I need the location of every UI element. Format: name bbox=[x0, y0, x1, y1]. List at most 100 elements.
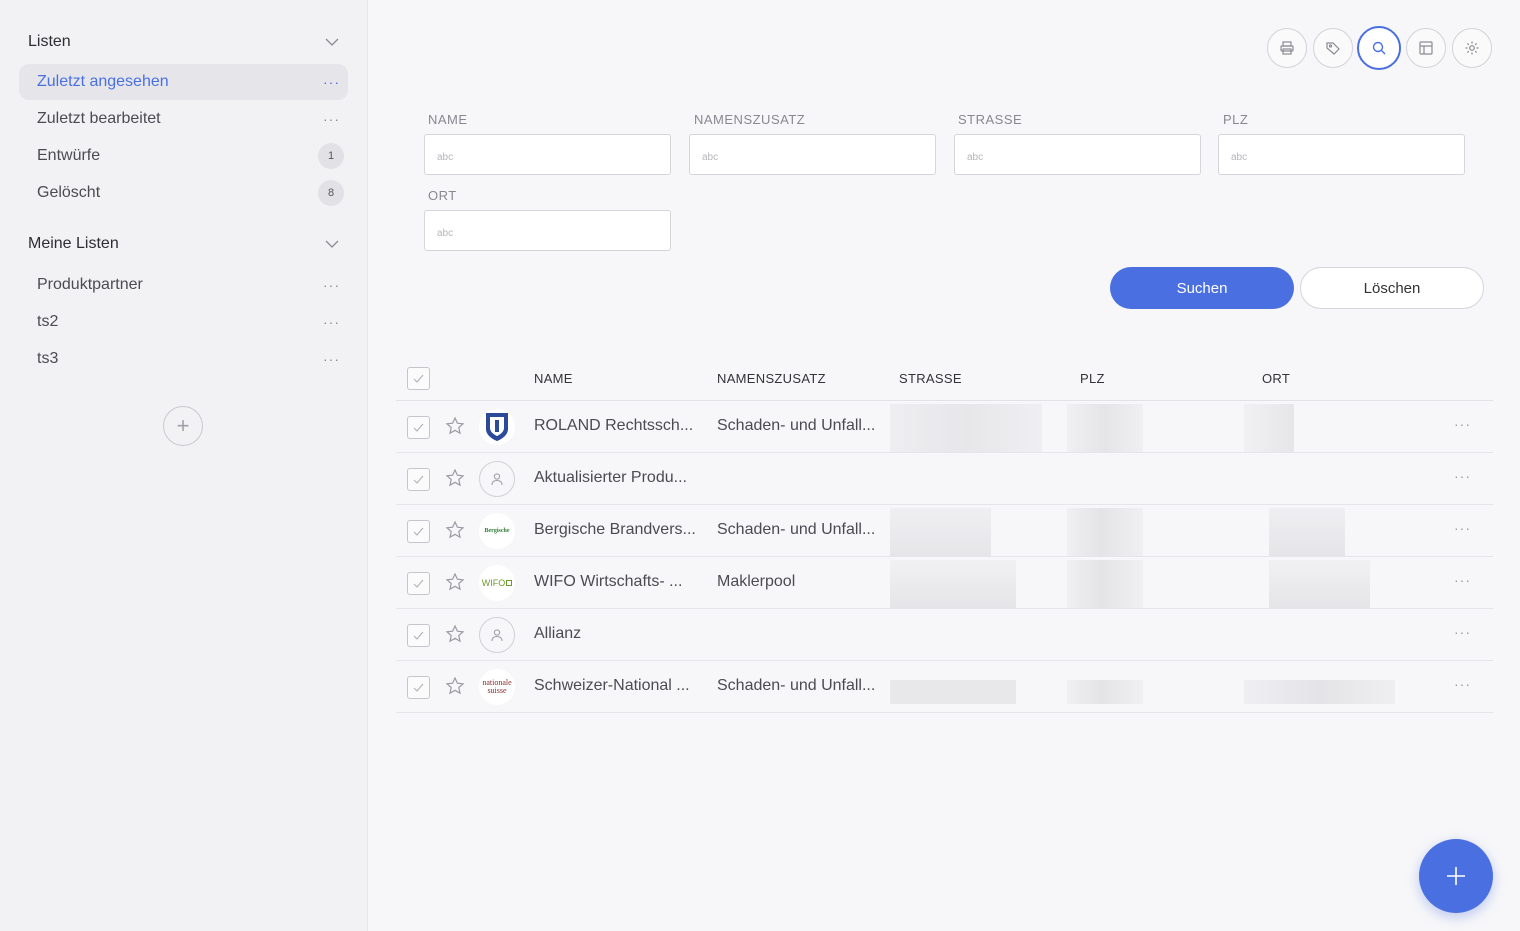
row-more-icon[interactable]: ··· bbox=[1454, 624, 1471, 640]
print-button[interactable] bbox=[1267, 28, 1307, 68]
bergische-logo: Bergische bbox=[479, 513, 515, 549]
name-field-label: NAME bbox=[428, 112, 468, 127]
sidebar-item-produktpartner[interactable]: Produktpartner ··· bbox=[19, 267, 348, 303]
column-header-strasse[interactable]: STRASSE bbox=[899, 371, 962, 386]
add-list-button[interactable]: + bbox=[163, 406, 203, 446]
row-checkbox[interactable] bbox=[407, 676, 430, 699]
sidebar-item-geloescht[interactable]: Gelöscht 8 bbox=[19, 175, 348, 211]
row-checkbox[interactable] bbox=[407, 572, 430, 595]
namenszusatz-search-input[interactable] bbox=[689, 134, 936, 175]
row-namenszusatz: Schaden- und Unfall... bbox=[717, 417, 876, 434]
section-title: Meine Listen bbox=[28, 235, 119, 252]
count-badge: 8 bbox=[318, 180, 344, 206]
check-icon bbox=[413, 683, 424, 692]
redacted-strasse bbox=[890, 508, 991, 556]
check-icon bbox=[413, 374, 424, 383]
logo-text: nationale suisse bbox=[482, 678, 512, 695]
layout-button[interactable] bbox=[1406, 28, 1446, 68]
sidebar-item-zuletzt-bearbeitet[interactable]: Zuletzt bearbeitet ··· bbox=[19, 101, 348, 137]
person-icon bbox=[479, 461, 515, 497]
sidebar-item-label: Produktpartner bbox=[37, 276, 143, 293]
table-row[interactable]: Allianz ··· bbox=[396, 609, 1493, 661]
redacted-ort bbox=[1244, 680, 1395, 704]
sidebar-item-label: ts3 bbox=[37, 350, 59, 367]
count-badge: 1 bbox=[318, 143, 344, 169]
sidebar-item-label: ts2 bbox=[37, 313, 59, 330]
row-more-icon[interactable]: ··· bbox=[1454, 572, 1471, 588]
redacted-ort bbox=[1269, 508, 1345, 556]
row-more-icon[interactable]: ··· bbox=[1454, 416, 1471, 432]
section-title: Listen bbox=[28, 33, 71, 50]
table-row[interactable]: Aktualisierter Produ... ··· bbox=[396, 453, 1493, 505]
row-namenszusatz: Maklerpool bbox=[717, 573, 796, 590]
clear-button[interactable]: Löschen bbox=[1300, 267, 1484, 309]
sidebar-item-zuletzt-angesehen[interactable]: Zuletzt angesehen ··· bbox=[19, 64, 348, 100]
sidebar-item-ts2[interactable]: ts2 ··· bbox=[19, 304, 348, 340]
check-icon bbox=[413, 423, 424, 432]
column-header-plz[interactable]: PLZ bbox=[1080, 371, 1105, 386]
chevron-down-icon[interactable] bbox=[325, 237, 339, 251]
star-icon[interactable] bbox=[445, 468, 465, 488]
nationale-suisse-logo: nationale suisse bbox=[479, 669, 515, 705]
ort-field-label: ORT bbox=[428, 188, 457, 203]
more-icon[interactable]: ··· bbox=[323, 111, 340, 127]
namenszusatz-field-label: NAMENSZUSATZ bbox=[694, 112, 806, 127]
star-icon[interactable] bbox=[445, 416, 465, 436]
search-icon bbox=[1372, 41, 1386, 55]
layout-icon bbox=[1419, 41, 1433, 55]
table-row[interactable]: ROLAND Rechtssch... Schaden- und Unfall.… bbox=[396, 401, 1493, 453]
row-name: ROLAND Rechtssch... bbox=[534, 417, 694, 434]
chevron-down-icon[interactable] bbox=[325, 35, 339, 49]
sidebar: Listen Zuletzt angesehen ··· Zuletzt bea… bbox=[0, 0, 368, 931]
sidebar-item-label: Zuletzt angesehen bbox=[37, 73, 169, 90]
search-button[interactable]: Suchen bbox=[1110, 267, 1294, 309]
check-icon bbox=[413, 631, 424, 640]
star-icon[interactable] bbox=[445, 572, 465, 592]
column-header-name[interactable]: NAME bbox=[534, 371, 573, 386]
row-checkbox[interactable] bbox=[407, 520, 430, 543]
check-icon bbox=[413, 475, 424, 484]
more-icon[interactable]: ··· bbox=[323, 314, 340, 330]
search-toggle-button[interactable] bbox=[1357, 26, 1401, 70]
star-icon[interactable] bbox=[445, 624, 465, 644]
check-icon bbox=[413, 579, 424, 588]
tag-button[interactable] bbox=[1313, 28, 1353, 68]
strasse-search-input[interactable] bbox=[954, 134, 1201, 175]
more-icon[interactable]: ··· bbox=[323, 277, 340, 293]
logo-text: Bergische bbox=[484, 528, 510, 534]
ort-search-input[interactable] bbox=[424, 210, 671, 251]
row-checkbox[interactable] bbox=[407, 624, 430, 647]
column-header-ort[interactable]: ORT bbox=[1262, 371, 1290, 386]
star-icon[interactable] bbox=[445, 520, 465, 540]
row-more-icon[interactable]: ··· bbox=[1454, 468, 1471, 484]
row-checkbox[interactable] bbox=[407, 416, 430, 439]
row-more-icon[interactable]: ··· bbox=[1454, 520, 1471, 536]
more-icon[interactable]: ··· bbox=[323, 74, 340, 90]
sidebar-item-entwuerfe[interactable]: Entwürfe 1 bbox=[19, 138, 348, 174]
more-icon[interactable]: ··· bbox=[323, 351, 340, 367]
row-namenszusatz: Schaden- und Unfall... bbox=[717, 677, 876, 694]
row-namenszusatz: Schaden- und Unfall... bbox=[717, 521, 876, 538]
table-row[interactable]: nationale suisse Schweizer-National ... … bbox=[396, 661, 1493, 713]
section-header-listen[interactable]: Listen bbox=[28, 30, 339, 54]
redacted-plz bbox=[1067, 560, 1143, 608]
printer-icon bbox=[1280, 41, 1294, 55]
row-more-icon[interactable]: ··· bbox=[1454, 676, 1471, 692]
settings-button[interactable] bbox=[1452, 28, 1492, 68]
table-row[interactable]: Bergische Bergische Brandvers... Schaden… bbox=[396, 505, 1493, 557]
column-header-namenszusatz[interactable]: NAMENSZUSATZ bbox=[717, 371, 826, 386]
check-icon bbox=[413, 527, 424, 536]
section-header-meine-listen[interactable]: Meine Listen bbox=[28, 232, 339, 256]
star-icon[interactable] bbox=[445, 676, 465, 696]
row-checkbox[interactable] bbox=[407, 468, 430, 491]
table-row[interactable]: WIFO WIFO Wirtschafts- ... Maklerpool ··… bbox=[396, 557, 1493, 609]
name-search-input[interactable] bbox=[424, 134, 671, 175]
sidebar-item-ts3[interactable]: ts3 ··· bbox=[19, 341, 348, 377]
plus-icon: + bbox=[176, 413, 190, 438]
plus-icon bbox=[1447, 867, 1465, 885]
redacted-ort bbox=[1244, 404, 1294, 452]
add-entry-button[interactable] bbox=[1419, 839, 1493, 913]
select-all-checkbox[interactable] bbox=[407, 367, 430, 390]
plz-search-input[interactable] bbox=[1218, 134, 1465, 175]
row-name: Bergische Brandvers... bbox=[534, 521, 696, 538]
